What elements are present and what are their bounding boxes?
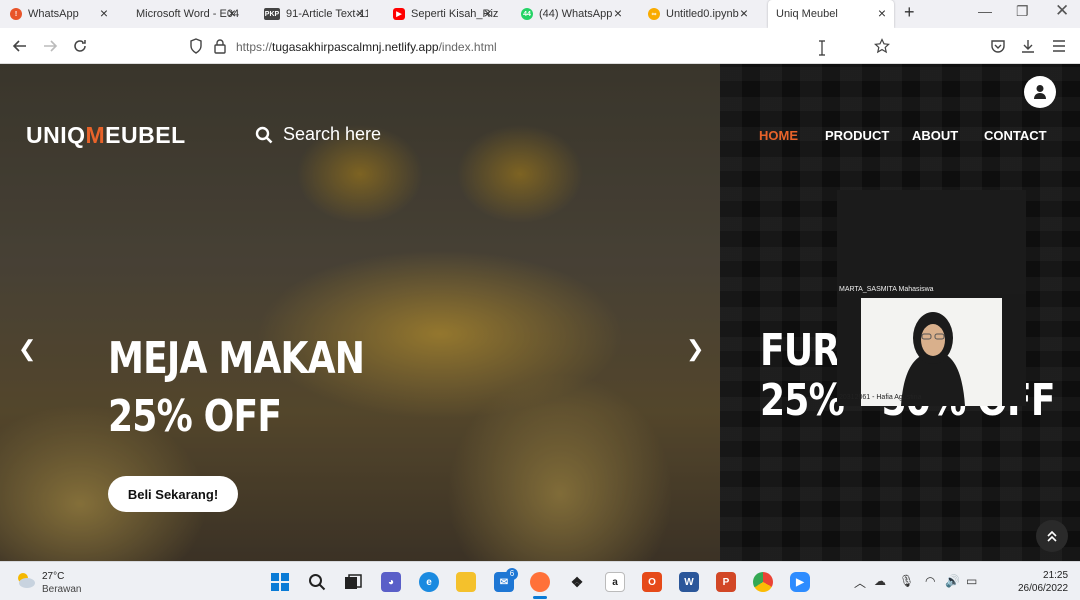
tab-title: Uniq Meubel [776,8,838,20]
nav-home[interactable]: HOME [759,128,798,143]
address-bar[interactable]: https://tugasakhirpascalmnj.netlify.app/… [236,40,497,54]
new-tab-button[interactable]: + [904,2,915,23]
buy-now-button[interactable]: Beli Sekarang! [108,476,238,512]
firefox-icon[interactable] [530,572,550,592]
text-cursor-icon [812,38,832,58]
nav-contact[interactable]: CONTACT [984,128,1047,143]
participant-name: MARTA_SASMITA Mahasiswa [839,286,934,293]
file-explorer-icon[interactable] [456,572,476,592]
back-button[interactable] [10,36,30,56]
word-icon[interactable]: W [679,572,699,592]
tab-title: WhatsApp [28,8,79,20]
user-icon [1034,85,1046,99]
restore-icon[interactable]: ❐ [1016,3,1029,20]
youtube-tab-icon: ▶ [393,8,405,20]
double-chevron-up-icon [1047,530,1057,542]
tracking-protection-icon[interactable] [186,36,206,56]
office-icon[interactable]: O [642,572,662,592]
tab-article[interactable]: PKP 91-Article Text-11 [264,3,368,25]
tab-title: Microsoft Word - E04 [136,8,240,20]
windows-taskbar: 27°C Berawan ◕ e ✉ 6 ❖ a O W P ▶ ︿ ☁ 🎙 ◠… [0,561,1080,600]
carousel-next-arrow-icon[interactable]: ❯ [686,336,704,362]
user-account-button[interactable] [1024,76,1056,108]
forward-arrow-icon [44,40,58,52]
participant-name: 20312061 - Hafia Agustina [839,394,922,401]
browser-toolbar: https://tugasakhirpascalmnj.netlify.app/… [0,28,1080,64]
windows-start-icon[interactable] [270,572,290,592]
whatsapp-tab-icon: 44 [521,8,533,20]
powerpoint-icon[interactable]: P [716,572,736,592]
chevron-up-icon[interactable]: ︿ [854,574,866,591]
system-clock[interactable]: 21:25 26/06/2022 [1018,569,1068,595]
tab-title: (44) WhatsApp [539,8,613,20]
downloads-icon[interactable] [1018,36,1038,56]
participant-avatar-image [901,312,965,406]
browser-tab-strip: ! WhatsApp × Microsoft Word - E04 × PKP … [0,0,1080,28]
close-window-icon[interactable]: ✕ [1055,1,1069,21]
lock-icon[interactable] [210,36,230,56]
carousel-prev-arrow-icon[interactable]: ❮ [18,336,36,362]
tab-word[interactable]: Microsoft Word - E04 [136,3,242,25]
zoom-icon[interactable]: ▶ [790,572,810,592]
scroll-to-top-button[interactable] [1036,520,1068,552]
edge-browser-icon[interactable]: e [419,572,439,592]
tab-whatsapp-web[interactable]: 44 (44) WhatsApp [521,3,629,25]
site-search[interactable]: Search here [255,124,381,145]
battery-icon[interactable]: ▭ [966,574,977,588]
menu-hamburger-icon[interactable] [1049,36,1069,56]
nav-product[interactable]: PRODUCT [825,128,889,143]
volume-icon[interactable]: 🔊 [945,574,960,588]
video-call-overlay[interactable]: MARTA_SASMITA Mahasiswa 20312061 - Hafia… [837,190,1026,406]
web-page: UNIQMEUBEL Search here HOME PRODUCT ABOU… [0,64,1080,561]
chrome-icon[interactable] [753,572,773,592]
teams-chat-icon[interactable]: ◕ [381,572,401,592]
reload-icon [74,40,86,52]
forward-button[interactable] [40,36,60,56]
dropbox-icon[interactable]: ❖ [567,572,587,592]
tab-uniq-meubel[interactable]: Uniq Meubel × [768,0,894,28]
back-arrow-icon [12,40,26,52]
site-logo[interactable]: UNIQMEUBEL [26,122,186,149]
task-view-icon[interactable] [343,572,363,592]
active-app-indicator [533,596,547,599]
bookmark-star-icon[interactable] [872,36,892,56]
reload-button[interactable] [70,36,90,56]
search-placeholder: Search here [283,124,382,144]
weather-widget[interactable]: 27°C Berawan [14,570,81,596]
search-icon[interactable] [307,572,327,592]
mail-badge: 6 [506,568,518,580]
onedrive-cloud-icon[interactable]: ☁ [874,574,886,588]
wifi-icon[interactable]: ◠ [925,574,935,588]
search-icon [255,126,273,143]
tab-close-icon[interactable]: × [878,6,886,20]
whatsapp-tab-icon: ! [10,8,22,20]
pocket-icon[interactable] [988,36,1008,56]
participant-video [861,298,1002,406]
colab-tab-icon: ∞ [648,8,660,20]
microphone-icon[interactable]: 🎙 [899,574,914,588]
tab-title: Untitled0.ipynb - [666,8,746,20]
minimize-icon[interactable]: — [978,3,992,19]
pkp-tab-icon: PKP [264,8,280,20]
partly-cloudy-icon [18,573,35,588]
nav-about[interactable]: ABOUT [912,128,958,143]
hero-headline: MEJA MAKAN 25% OFF [108,333,365,442]
participant-tile [837,190,1026,294]
amazon-icon[interactable]: a [605,572,625,592]
